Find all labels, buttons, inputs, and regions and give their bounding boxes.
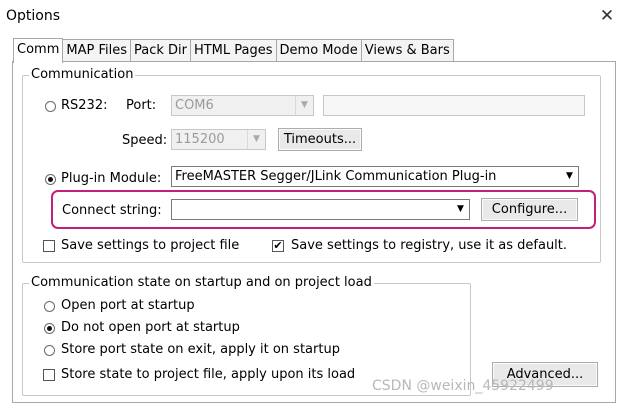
tab-html-pages[interactable]: HTML Pages xyxy=(189,39,277,62)
timeouts-button[interactable]: Timeouts... xyxy=(278,128,362,151)
rs232-radio[interactable] xyxy=(45,101,56,112)
tab-views-bars[interactable]: Views & Bars xyxy=(360,39,454,62)
window-title: Options xyxy=(6,8,61,24)
speed-select-value: 115200 xyxy=(175,132,225,147)
save-project-checkbox[interactable] xyxy=(43,240,55,252)
save-registry-label: Save settings to registry, use it as def… xyxy=(291,238,568,253)
save-registry-checkbox[interactable]: ✔ xyxy=(272,240,284,252)
plugin-module-select[interactable]: FreeMASTER Segger/JLink Communication Pl… xyxy=(171,166,579,187)
tab-comm[interactable]: Comm xyxy=(13,38,64,63)
store-port-state-radio[interactable] xyxy=(44,345,55,356)
open-port-radio[interactable] xyxy=(44,301,55,312)
port-text-field[interactable] xyxy=(323,95,585,116)
chevron-down-icon: ▼ xyxy=(457,204,464,214)
open-port-label: Open port at startup xyxy=(61,298,195,313)
tab-demo-mode[interactable]: Demo Mode xyxy=(275,39,362,62)
tab-pack-dir[interactable]: Pack Dir xyxy=(129,39,191,62)
port-select-value: COM6 xyxy=(175,98,214,113)
speed-label: Speed: xyxy=(122,133,168,148)
store-state-label: Store state to project file, apply upon … xyxy=(61,367,356,382)
store-port-state-label: Store port state on exit, apply it on st… xyxy=(61,342,340,357)
do-not-open-port-radio[interactable] xyxy=(44,323,55,334)
port-select[interactable]: COM6 ▼ xyxy=(171,95,314,116)
save-project-label: Save settings to project file xyxy=(61,238,240,253)
connect-string-label: Connect string: xyxy=(62,203,162,218)
plugin-module-radio[interactable] xyxy=(45,174,56,185)
connect-string-select[interactable]: ▼ xyxy=(171,199,470,220)
close-icon[interactable]: ✕ xyxy=(597,6,617,26)
configure-button[interactable]: Configure... xyxy=(481,198,578,221)
do-not-open-port-label: Do not open port at startup xyxy=(61,320,240,335)
chevron-down-icon: ▼ xyxy=(247,130,265,149)
tab-strip: Comm MAP Files Pack Dir HTML Pages Demo … xyxy=(13,38,454,63)
plugin-module-label: Plug-in Module: xyxy=(61,171,162,186)
chevron-down-icon: ▼ xyxy=(295,96,313,115)
port-label: Port: xyxy=(126,98,157,113)
plugin-module-value: FreeMASTER Segger/JLink Communication Pl… xyxy=(175,169,497,184)
communication-legend: Communication xyxy=(29,67,136,82)
watermark: CSDN @weixin_45922499 xyxy=(372,378,554,394)
speed-select[interactable]: 115200 ▼ xyxy=(171,129,266,150)
rs232-label: RS232: xyxy=(61,98,108,113)
chevron-down-icon: ▼ xyxy=(566,171,573,181)
startup-legend: Communication state on startup and on pr… xyxy=(29,275,374,290)
store-state-checkbox[interactable] xyxy=(43,369,55,381)
tab-map-files[interactable]: MAP Files xyxy=(62,39,131,62)
